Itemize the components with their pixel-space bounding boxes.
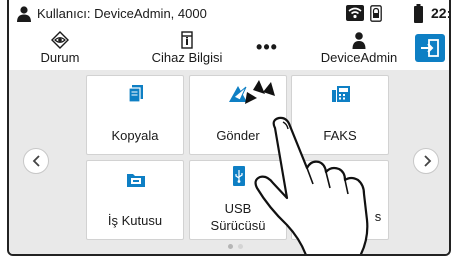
tile-faks-label: FAKS	[323, 128, 357, 143]
fax-icon	[332, 86, 350, 102]
top-navigation: Durum Cihaz Bilgisi ••• DeviceAdmin	[9, 28, 449, 70]
tile-partial-label: s	[374, 209, 382, 224]
tile-is-kutusu[interactable]: İş Kutusu	[86, 160, 184, 240]
tap-indicator-icon	[245, 80, 275, 104]
job-box-icon	[127, 174, 145, 187]
page-indicator-dot-active	[228, 244, 233, 249]
nav-user-button[interactable]: DeviceAdmin	[309, 28, 409, 70]
app-grid-area: Kopyala Gönder FAKS İş Kutusu USB Sürücü…	[9, 70, 449, 254]
chevron-right-icon	[424, 155, 432, 167]
tile-usb-label-line2: Sürücüsü	[210, 218, 266, 233]
status-bar: Kullanıcı: DeviceAdmin, 4000 22:5	[9, 0, 449, 29]
logout-button[interactable]	[415, 34, 445, 62]
tile-gonder-label: Gönder	[216, 128, 260, 143]
tile-is-kutusu-label: İş Kutusu	[107, 213, 163, 228]
chevron-left-icon	[32, 155, 40, 167]
nav-durum-label: Durum	[40, 50, 80, 65]
copy-icon	[128, 85, 143, 103]
nav-cihaz-bilgisi-label: Cihaz Bilgisi	[151, 50, 223, 65]
user-icon	[352, 32, 366, 49]
eye-icon	[51, 31, 69, 49]
more-menu-button[interactable]: •••	[247, 28, 287, 70]
usb-icon	[233, 166, 245, 186]
tile-kopyala[interactable]: Kopyala	[86, 75, 184, 155]
clock-time: 22:5	[431, 5, 451, 21]
tile-faks[interactable]: FAKS	[291, 75, 389, 155]
nav-cihaz-bilgisi-button[interactable]: Cihaz Bilgisi	[141, 28, 233, 70]
tile-partially-hidden[interactable]: s	[291, 160, 389, 240]
previous-page-button[interactable]	[23, 148, 49, 174]
tile-usb-label-line1: USB	[224, 201, 252, 216]
battery-icon	[414, 4, 423, 23]
tile-usb-surucusu[interactable]: USB Sürücüsü	[189, 160, 287, 240]
nav-user-label: DeviceAdmin	[320, 50, 398, 65]
device-info-icon	[181, 31, 193, 49]
logged-in-user-text: Kullanıcı: DeviceAdmin, 4000	[37, 6, 207, 21]
page-indicator-dot	[238, 244, 243, 249]
wifi-icon	[346, 5, 364, 21]
next-page-button[interactable]	[413, 148, 439, 174]
tile-kopyala-label: Kopyala	[111, 128, 159, 143]
nav-durum-button[interactable]: Durum	[29, 28, 91, 70]
device-screen: Kullanıcı: DeviceAdmin, 4000 22:5 Durum	[7, 0, 451, 256]
user-icon	[17, 6, 31, 22]
lock-icon	[370, 5, 382, 22]
logout-icon	[421, 39, 439, 57]
